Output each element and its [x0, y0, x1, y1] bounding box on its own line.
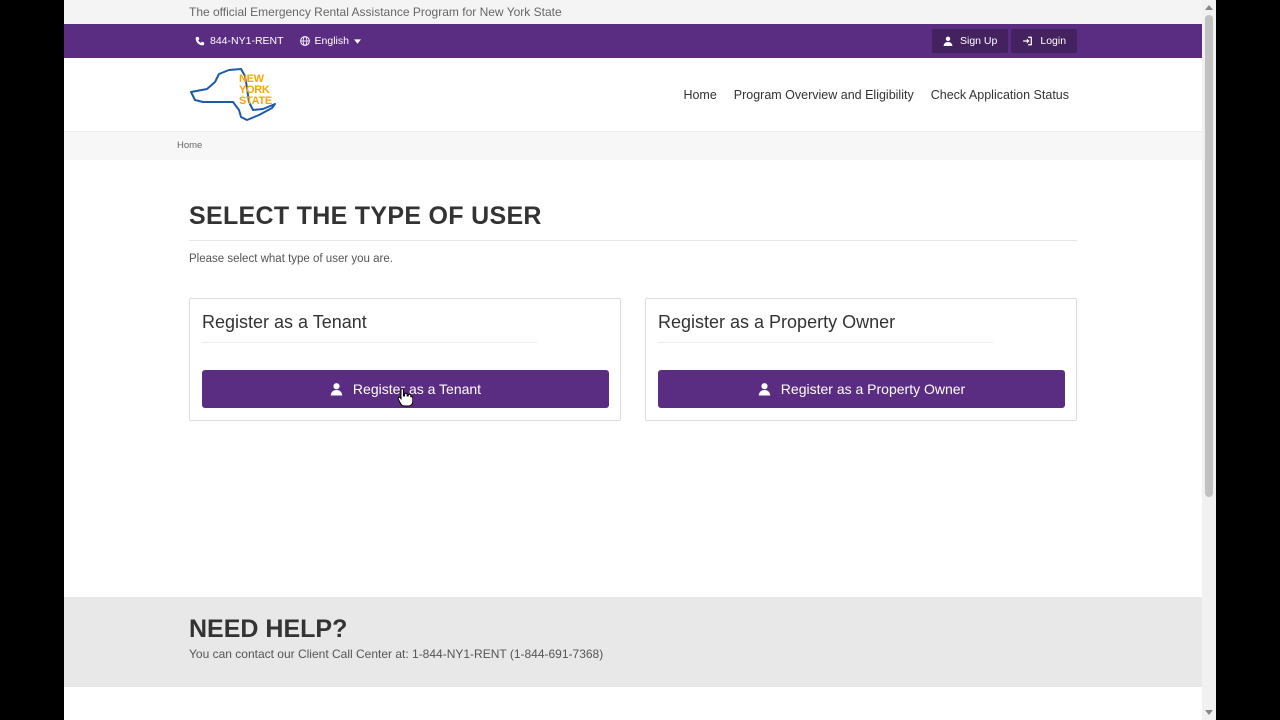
logo-text: NEW YORK STATE — [239, 73, 272, 107]
announcement-bar: The official Emergency Rental Assistance… — [64, 0, 1202, 24]
sign-in-icon — [1023, 36, 1033, 46]
page: The official Emergency Rental Assistance… — [64, 0, 1202, 720]
phone-icon — [195, 36, 205, 46]
user-icon — [330, 383, 343, 396]
footer-area — [64, 687, 1202, 720]
hand-pointer-cursor-icon — [397, 387, 413, 407]
scrollbar-thumb[interactable] — [1205, 15, 1213, 497]
scroll-up-arrow-icon[interactable] — [1205, 5, 1213, 10]
breadcrumb: Home — [64, 132, 1202, 160]
main-content: SELECT THE TYPE OF USER Please select wh… — [64, 160, 1202, 597]
login-label: Login — [1040, 35, 1067, 47]
register-owner-label: Register as a Property Owner — [780, 381, 966, 397]
main-nav: Home Program Overview and Eligibility Ch… — [683, 58, 1069, 132]
nav-check-status[interactable]: Check Application Status — [931, 88, 1069, 102]
signup-button[interactable]: Sign Up — [932, 29, 1009, 53]
page-subtitle: Please select what type of user you are. — [189, 253, 393, 265]
browser-viewport: The official Emergency Rental Assistance… — [64, 0, 1216, 720]
phone-number: 844-NY1-RENT — [210, 35, 284, 47]
user-icon — [758, 383, 770, 396]
language-label: English — [314, 35, 349, 47]
breadcrumb-home[interactable]: Home — [177, 140, 202, 151]
site-header: NEW YORK STATE Home Program Overview and… — [64, 58, 1202, 132]
scroll-down-arrow-icon[interactable] — [1205, 710, 1213, 715]
auth-buttons: Sign Up Login — [932, 29, 1078, 53]
owner-card-title: Register as a Property Owner — [658, 312, 896, 332]
help-title: NEED HELP? — [189, 615, 348, 643]
help-section: NEED HELP? You can contact our Client Ca… — [64, 597, 1202, 687]
nys-logo[interactable]: NEW YORK STATE — [189, 68, 279, 122]
help-contact-text: You can contact our Client Call Center a… — [189, 647, 604, 661]
signup-label: Sign Up — [960, 35, 998, 47]
tenant-card-title: Register as a Tenant — [202, 312, 367, 332]
utility-bar: 844-NY1-RENT English Sign Up Login — [64, 24, 1202, 58]
phone-link[interactable]: 844-NY1-RENT — [195, 35, 284, 47]
login-button[interactable]: Login — [1011, 29, 1078, 53]
title-divider — [189, 240, 1077, 241]
utility-left: 844-NY1-RENT English — [195, 24, 361, 58]
register-owner-button[interactable]: Register as a Property Owner — [658, 370, 1065, 408]
nav-program-overview[interactable]: Program Overview and Eligibility — [734, 88, 914, 102]
globe-icon — [299, 36, 310, 46]
card-divider — [202, 342, 537, 343]
caret-down-icon — [353, 38, 361, 44]
vertical-scrollbar[interactable] — [1202, 0, 1216, 720]
user-icon — [943, 36, 953, 46]
card-divider — [658, 342, 993, 343]
register-tenant-label: Register as a Tenant — [352, 381, 482, 397]
owner-card: Register as a Property Owner Register as… — [645, 298, 1077, 421]
language-dropdown[interactable]: English — [299, 35, 361, 47]
page-title: SELECT THE TYPE OF USER — [189, 202, 542, 230]
nav-home[interactable]: Home — [683, 88, 716, 102]
